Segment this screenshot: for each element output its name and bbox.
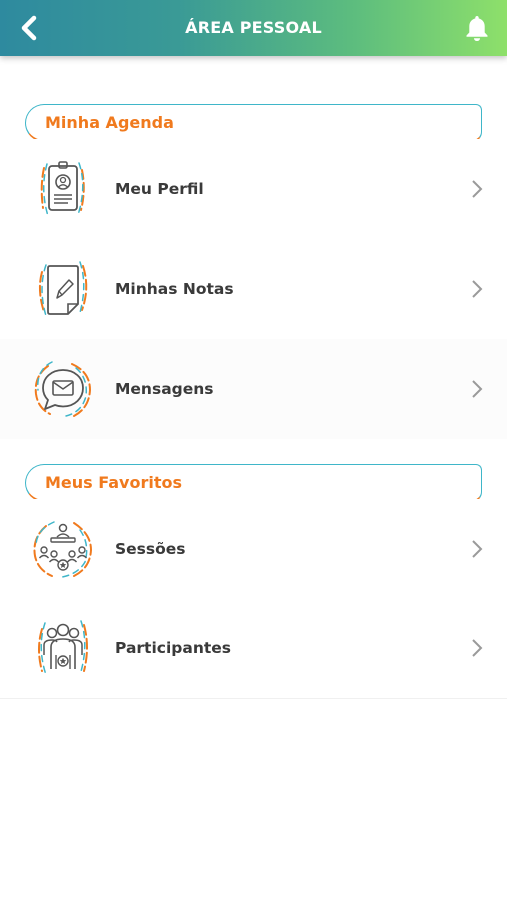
sessions-icon (33, 521, 93, 578)
item-label: Sessões (115, 540, 186, 558)
chevron-right-icon (472, 380, 483, 398)
chevron-right-icon (472, 280, 483, 298)
bell-icon (466, 16, 488, 41)
list-item-participantes[interactable]: Participantes (0, 598, 507, 698)
chevron-right-icon (472, 639, 483, 657)
section-title: Minha Agenda (45, 113, 174, 132)
chevron-right-icon (472, 540, 483, 558)
list-bottom-divider (0, 698, 507, 699)
chevron-right-icon (472, 180, 483, 198)
page-title: ÁREA PESSOAL (185, 18, 322, 37)
item-label: Meu Perfil (115, 180, 204, 198)
chevron-left-icon (21, 15, 37, 41)
notifications-button[interactable] (457, 8, 497, 48)
participants-icon (38, 620, 88, 676)
list-item-meu-perfil[interactable]: Meu Perfil (0, 139, 507, 239)
list-item-minhas-notas[interactable]: Minhas Notas (0, 239, 507, 339)
back-button[interactable] (10, 8, 50, 48)
list-item-mensagens[interactable]: Mensagens (0, 339, 507, 439)
app-header: ÁREA PESSOAL (0, 0, 507, 56)
item-label: Mensagens (115, 380, 214, 398)
list-item-sessoes[interactable]: Sessões (0, 499, 507, 599)
item-label: Minhas Notas (115, 280, 234, 298)
section-header-meus-favoritos: Meus Favoritos (25, 464, 482, 502)
section-title: Meus Favoritos (45, 473, 183, 492)
messages-icon (34, 361, 92, 417)
section-header-minha-agenda: Minha Agenda (25, 104, 482, 142)
item-label: Participantes (115, 639, 232, 657)
profile-card-icon (40, 161, 85, 217)
notes-icon (38, 261, 88, 317)
